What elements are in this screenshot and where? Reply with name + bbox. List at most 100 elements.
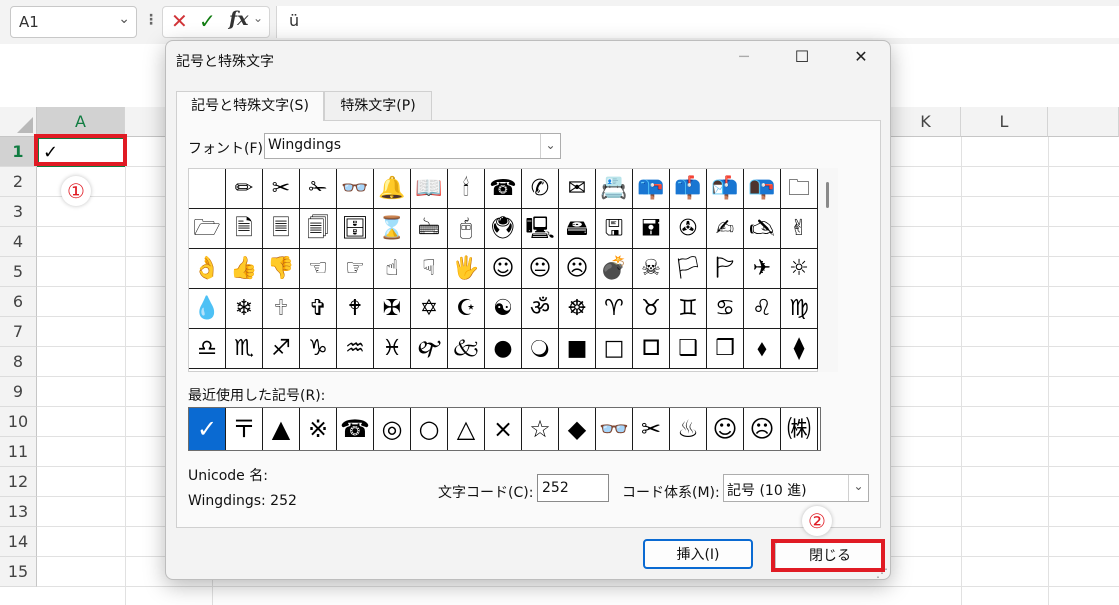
column-header-l[interactable]: L [961,107,1048,137]
row-header[interactable]: 15 [0,557,37,587]
symbol-cell[interactable]: ♉ [633,289,670,329]
symbol-cell[interactable]: ☹ [559,249,596,289]
recent-symbol-cell[interactable]: ▲ [263,408,300,450]
symbol-cell[interactable]: 📖 [411,169,448,209]
chevron-down-icon[interactable]: ⌄ [118,11,130,27]
symbol-cell[interactable]: 🖬 [633,209,670,249]
symbol-cell[interactable]: ♎ [189,329,226,369]
symbol-cell[interactable]: 🕆 [263,289,300,329]
recent-symbol-cell[interactable]: ✂ [633,408,670,450]
symbol-cell[interactable]: ✡ [411,289,448,329]
recent-symbol-cell[interactable]: ㈱ [781,408,818,450]
row-header[interactable]: 14 [0,527,37,557]
tab-special-characters[interactable]: 特殊文字(P) [324,91,432,121]
symbol-grid-scrollbar[interactable] [818,168,838,372]
symbol-cell[interactable]: ● [485,329,522,369]
symbol-cell[interactable]: 👎 [263,249,300,289]
recent-symbol-cell[interactable]: 〒 [226,408,263,450]
font-select[interactable]: Wingdings ⌄ [264,133,561,159]
symbol-cell[interactable]: ☟ [411,249,448,289]
symbol-cell[interactable]: ☝ [374,249,411,289]
symbol-cell[interactable]: 🖳 [522,209,559,249]
symbol-cell[interactable]: ✉ [559,169,596,209]
symbol-cell[interactable]: ✁ [300,169,337,209]
row-header[interactable]: 7 [0,317,37,347]
symbol-cell[interactable]: 📇 [596,169,633,209]
recent-symbol-cell[interactable]: ◆ [559,408,596,450]
formula-input[interactable]: ü [276,6,1119,38]
symbol-cell[interactable]: ♊ [670,289,707,329]
recent-symbol-cell[interactable]: △ [448,408,485,450]
recent-symbol-cell[interactable]: ☎ [337,408,374,450]
column-header[interactable] [1048,107,1119,137]
symbol-cell[interactable]: ✆ [522,169,559,209]
symbol-cell[interactable]: ☸ [559,289,596,329]
row-header[interactable]: 8 [0,347,37,377]
symbol-cell[interactable]: ✂ [263,169,300,209]
close-icon[interactable]: ✕ [846,47,876,66]
symbol-cell[interactable]: 🗎 [226,209,263,249]
recent-symbol-cell[interactable]: × [485,408,522,450]
symbol-cell[interactable]: 👓 [337,169,374,209]
row-header[interactable]: 10 [0,407,37,437]
symbol-cell[interactable]: 🗁 [189,209,226,249]
symbol-cell[interactable]: 👌 [189,249,226,289]
symbol-cell[interactable]: ♌ [744,289,781,329]
char-code-input[interactable]: 252 [537,474,609,502]
symbol-cell[interactable]: 🙵 [448,329,485,369]
symbol-cell[interactable]: 🏳 [670,249,707,289]
symbol-cell[interactable]: ✌ [781,209,818,249]
symbol-cell[interactable]: ॐ [522,289,559,329]
symbol-cell[interactable]: ❄ [226,289,263,329]
tab-symbols[interactable]: 記号と特殊文字(S) [176,91,324,121]
symbol-cell[interactable]: ■ [559,329,596,369]
symbol-cell[interactable]: ✈ [744,249,781,289]
symbol-cell[interactable]: 🙰 [411,329,448,369]
symbol-cell[interactable]: 🞐 [633,329,670,369]
enter-icon[interactable]: ✓ [199,9,216,33]
symbol-cell[interactable]: 🖰 [448,209,485,249]
recent-symbol-cell[interactable]: 👓 [596,408,633,450]
row-header[interactable]: 2 [0,167,37,197]
symbol-cell[interactable]: ♈ [596,289,633,329]
symbol-cell[interactable]: ☪ [448,289,485,329]
symbol-cell[interactable]: 📫 [670,169,707,209]
symbol-cell[interactable]: ✞ [300,289,337,329]
insert-function-icon[interactable]: fx [229,8,249,30]
row-header[interactable]: 5 [0,257,37,287]
row-header[interactable]: 4 [0,227,37,257]
symbol-cell[interactable]: 🖮 [411,209,448,249]
symbol-cell[interactable]: ☎ [485,169,522,209]
scrollbar-thumb[interactable] [826,182,829,208]
symbol-cell[interactable]: ☯ [485,289,522,329]
symbol-cell[interactable]: ☼ [781,249,818,289]
symbol-cell[interactable]: ♒ [337,329,374,369]
symbol-cell[interactable]: 🖎 [744,209,781,249]
symbol-cell[interactable]: ✇ [670,209,707,249]
symbol-cell[interactable]: ⬧ [744,329,781,369]
symbol-cell[interactable]: ❑ [670,329,707,369]
symbol-cell[interactable]: 🏱 [707,249,744,289]
symbol-cell[interactable]: ✏ [226,169,263,209]
symbol-cell[interactable]: ⌛ [374,209,411,249]
row-header[interactable]: 13 [0,497,37,527]
symbol-cell[interactable]: ☞ [337,249,374,289]
row-header[interactable]: 9 [0,377,37,407]
name-box[interactable]: A1 ⌄ [10,6,137,38]
recent-symbol-cell[interactable]: ◎ [374,408,411,450]
symbol-cell[interactable]: 🕈 [337,289,374,329]
symbol-cell[interactable]: ♍ [781,289,818,329]
symbol-cell[interactable]: 🔾 [522,329,559,369]
recent-symbol-cell[interactable]: ☆ [522,408,559,450]
symbol-cell[interactable]: 🖲 [485,209,522,249]
resize-grip-icon[interactable]: ⋰ [876,566,888,580]
symbol-cell[interactable]: ♓ [374,329,411,369]
symbol-cell[interactable]: ✠ [374,289,411,329]
symbol-cell[interactable]: ✍ [707,209,744,249]
row-header[interactable]: 3 [0,197,37,227]
symbol-cell[interactable]: 🗐 [300,209,337,249]
symbol-cell[interactable]: 🗀 [781,169,818,209]
symbol-cell[interactable]: 📬 [707,169,744,209]
more-options-icon[interactable]: ⋮ [144,12,158,28]
symbol-cell[interactable]: ⧫ [781,329,818,369]
